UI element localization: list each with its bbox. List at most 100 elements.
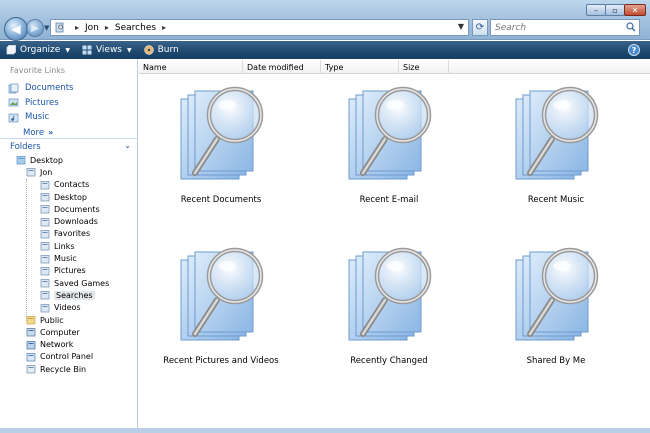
saved-search-recent-e-mail[interactable]: Recent E-mail: [324, 81, 454, 231]
saved-search-recent-music[interactable]: Recent Music: [491, 81, 621, 231]
favorite-link-label: Documents: [25, 83, 74, 94]
tree-item-label: Recycle Bin: [40, 364, 87, 374]
address-dropdown-button[interactable]: ▼: [458, 22, 464, 31]
tree-item-pictures[interactable]: Pictures: [0, 265, 137, 277]
column-header-size[interactable]: Size: [399, 60, 449, 74]
back-button[interactable]: ◀: [4, 17, 28, 41]
column-header-type[interactable]: Type: [321, 60, 399, 74]
saved-search-recently-changed[interactable]: Recently Changed: [324, 242, 454, 392]
window-bottom-border: [0, 428, 650, 433]
tree-item-label: Music: [54, 254, 77, 264]
chevron-down-icon: ▼: [65, 46, 70, 54]
chevron-right-icon[interactable]: ▸: [105, 23, 109, 32]
tree-item-network[interactable]: Network: [0, 338, 137, 350]
saved-search-icon: [515, 247, 599, 341]
tree-item-label: Pictures: [54, 266, 86, 276]
refresh-button[interactable]: ⟳: [472, 19, 488, 36]
public-folder-icon: [26, 316, 36, 325]
saved-search-icon: [180, 86, 264, 180]
tree-item-label: Links: [54, 241, 75, 251]
maximize-button[interactable]: ▫: [605, 4, 625, 16]
column-header-name[interactable]: Name: [139, 60, 243, 74]
help-button[interactable]: ?: [628, 44, 640, 56]
chevron-right-icon[interactable]: ▸: [75, 23, 79, 32]
tree-item-links[interactable]: Links: [0, 240, 137, 252]
minimize-button[interactable]: –: [586, 4, 606, 16]
column-header-date-modified[interactable]: Date modified: [243, 60, 321, 74]
column-headers: Name Date modified Type Size: [139, 60, 650, 74]
arrow-right-icon: ▶: [31, 22, 39, 34]
tree-item-public[interactable]: Public: [0, 314, 137, 326]
tree-item-label: Downloads: [54, 217, 98, 227]
breadcrumb-searches[interactable]: Searches: [115, 23, 156, 33]
item-label: Recent Music: [527, 195, 585, 205]
favorite-link-label: Pictures: [25, 97, 59, 108]
saved-search-icon: [348, 86, 432, 180]
tree-item-music[interactable]: Music: [0, 252, 137, 264]
chevron-down-icon: ▼: [127, 46, 132, 54]
chevron-right-icon[interactable]: ▸: [162, 23, 166, 32]
file-list-area: Name Date modified Type Size Recent Docu…: [139, 59, 650, 433]
tree-item-label: Control Panel: [40, 352, 94, 362]
saved-search-icon: [180, 247, 264, 341]
burn-button[interactable]: Burn: [143, 45, 179, 55]
item-label: Recent Pictures and Videos: [163, 356, 279, 366]
videos-folder-icon: [40, 303, 50, 313]
tree-item-contacts[interactable]: Contacts: [0, 179, 137, 191]
music-icon: [8, 113, 19, 123]
tree-item-computer[interactable]: Computer: [0, 326, 137, 338]
views-label: Views: [95, 45, 122, 55]
saved-search-recent-documents[interactable]: Recent Documents: [156, 81, 286, 231]
tree-item-label: Documents: [54, 204, 100, 214]
tree-item-control-panel[interactable]: Control Panel: [0, 351, 137, 363]
search-icon[interactable]: [626, 22, 636, 32]
saved-search-shared-by-me[interactable]: Shared By Me: [491, 242, 621, 392]
search-input[interactable]: [495, 22, 615, 33]
control-panel-icon: [26, 353, 36, 362]
favorite-link-documents[interactable]: Documents: [8, 81, 73, 96]
saved-games-folder-icon: [40, 279, 50, 288]
tree-item-label: Saved Games: [54, 278, 110, 288]
desktop-icon: [16, 156, 26, 165]
saved-search-icon: [515, 86, 599, 180]
favorite-links-header: Favorite Links: [10, 66, 66, 75]
arrow-left-icon: ◀: [11, 22, 21, 36]
tree-item-videos[interactable]: Videos: [0, 302, 137, 314]
documents-icon: [8, 83, 19, 94]
favorite-link-pictures[interactable]: Pictures: [8, 96, 73, 111]
search-box[interactable]: [490, 19, 640, 36]
breadcrumb-jon[interactable]: Jon: [85, 23, 99, 33]
tree-item-desktop[interactable]: Desktop: [0, 154, 137, 166]
command-toolbar: Organize ▼ Views ▼ Burn ?: [0, 41, 650, 59]
tree-item-label: Jon: [40, 167, 53, 177]
navigation-pane: Favorite Links Documents Pictures Music: [0, 59, 138, 433]
folders-toggle[interactable]: Folders ⌄: [0, 138, 137, 154]
favorite-link-music[interactable]: Music: [8, 110, 73, 125]
tree-item-desktop[interactable]: Desktop: [0, 191, 137, 203]
tree-item-jon[interactable]: Jon: [0, 166, 137, 178]
close-button[interactable]: ✕: [624, 4, 646, 16]
recycle-bin-icon: [26, 365, 36, 374]
tree-item-saved-games[interactable]: Saved Games: [0, 277, 137, 289]
recent-pages-dropdown[interactable]: ▼: [44, 24, 49, 32]
forward-button[interactable]: ▶: [26, 19, 44, 37]
chevron-down-icon: ⌄: [124, 141, 131, 150]
organize-button[interactable]: Organize ▼: [6, 45, 70, 55]
pictures-icon: [8, 98, 19, 107]
saved-search-recent-pictures-and-videos[interactable]: Recent Pictures and Videos: [156, 242, 286, 392]
tree-item-documents[interactable]: Documents: [0, 203, 137, 215]
double-chevron-right-icon: »: [48, 128, 54, 138]
tree-item-recycle-bin[interactable]: Recycle Bin: [0, 363, 137, 375]
tree-item-label: Public: [40, 315, 64, 325]
tree-item-label: Network: [40, 340, 74, 350]
address-bar-region: – ▫ ✕ ◀ ▶ ▼ ▸ Jon ▸ Searches ▸ ▼ ⟳: [0, 0, 650, 41]
user-folder-icon: [26, 168, 36, 177]
organize-icon: [6, 45, 16, 55]
views-button[interactable]: Views ▼: [82, 45, 132, 55]
tree-item-downloads[interactable]: Downloads: [0, 215, 137, 227]
burn-label: Burn: [157, 45, 179, 55]
tree-item-searches[interactable]: Searches: [0, 289, 137, 301]
address-field[interactable]: ▸ Jon ▸ Searches ▸ ▼: [50, 19, 469, 36]
tree-item-favorites[interactable]: Favorites: [0, 228, 137, 240]
organize-label: Organize: [20, 45, 61, 55]
